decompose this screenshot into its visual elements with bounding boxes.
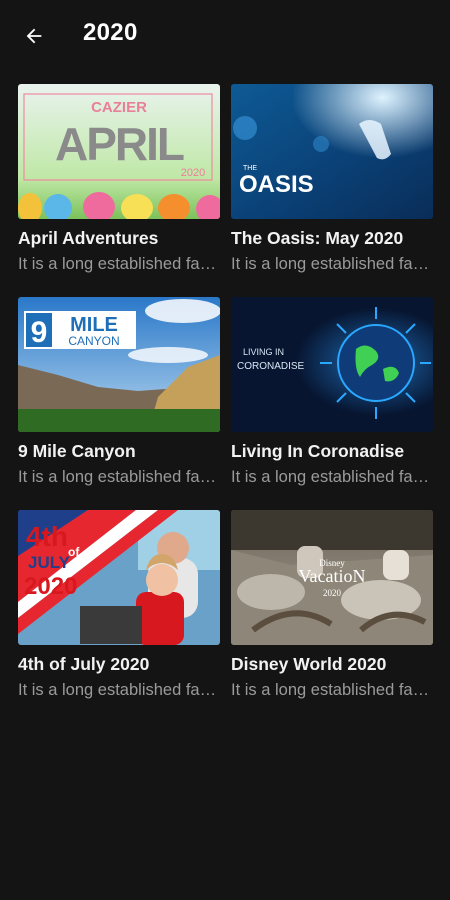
video-thumbnail[interactable]: LIVING IN CORONADISE: [231, 297, 433, 432]
video-title: 9 Mile Canyon: [18, 441, 136, 461]
back-button[interactable]: [14, 16, 54, 56]
video-description: It is a long established fact that a rea…: [18, 468, 220, 486]
video-card-living-in-coronadise[interactable]: LIVING IN CORONADISE Living In Coronadis…: [231, 297, 433, 494]
thumb-text: CANYON: [68, 334, 119, 348]
video-thumbnail[interactable]: THE OASIS: [231, 84, 433, 219]
video-thumbnail[interactable]: CAZIER APRIL 2020: [18, 84, 220, 219]
video-card-9-mile-canyon[interactable]: 9 MILE CANYON 9 Mile Canyon It is a long…: [18, 297, 220, 494]
thumb-text: 2020: [323, 588, 342, 598]
video-description: It is a long established fact that a rea…: [18, 681, 220, 699]
thumb-text: APRIL: [55, 118, 184, 170]
video-description: It is a long established fact that a rea…: [231, 681, 433, 699]
video-title: Disney World 2020: [231, 654, 387, 674]
video-thumbnail[interactable]: Disney VacatioN 2020: [231, 510, 433, 645]
app-bar: 2020: [0, 0, 450, 72]
thumb-text: MILE: [70, 314, 118, 336]
video-card-april-adventures[interactable]: CAZIER APRIL 2020 April Adventures It is…: [18, 84, 220, 281]
video-title: April Adventures: [18, 228, 159, 248]
video-thumbnail[interactable]: 4th of JULY 2020: [18, 510, 220, 645]
thumb-text: 9: [31, 316, 48, 349]
thumb-text: JULY: [28, 553, 71, 572]
video-grid: CAZIER APRIL 2020 April Adventures It is…: [18, 84, 434, 707]
video-card-the-oasis[interactable]: THE OASIS The Oasis: May 2020 It is a lo…: [231, 84, 433, 281]
thumb-text: OASIS: [239, 171, 314, 198]
thumb-text: LIVING IN: [243, 347, 284, 357]
video-card-disney-world[interactable]: Disney VacatioN 2020 Disney World 2020 I…: [231, 510, 433, 707]
video-card-4th-of-july[interactable]: 4th of JULY 2020 4th of July 2020 It is …: [18, 510, 220, 707]
thumb-text: 2020: [24, 573, 77, 600]
thumb-text: CAZIER: [91, 99, 147, 116]
thumb-text: CORONADISE: [237, 361, 305, 372]
video-title: The Oasis: May 2020: [231, 228, 404, 248]
video-thumbnail[interactable]: 9 MILE CANYON: [18, 297, 220, 432]
video-title: Living In Coronadise: [231, 441, 405, 461]
thumb-text: 4th: [26, 521, 68, 552]
page-title: 2020: [83, 19, 138, 46]
video-description: It is a long established fact that a rea…: [231, 468, 433, 486]
arrow-left-icon: [26, 28, 42, 44]
video-description: It is a long established fact that a rea…: [231, 255, 433, 273]
video-title: 4th of July 2020: [18, 654, 150, 674]
thumb-text: 2020: [181, 167, 205, 179]
thumb-text: VacatioN: [299, 566, 366, 586]
video-description: It is a long established fact that a rea…: [18, 255, 220, 273]
